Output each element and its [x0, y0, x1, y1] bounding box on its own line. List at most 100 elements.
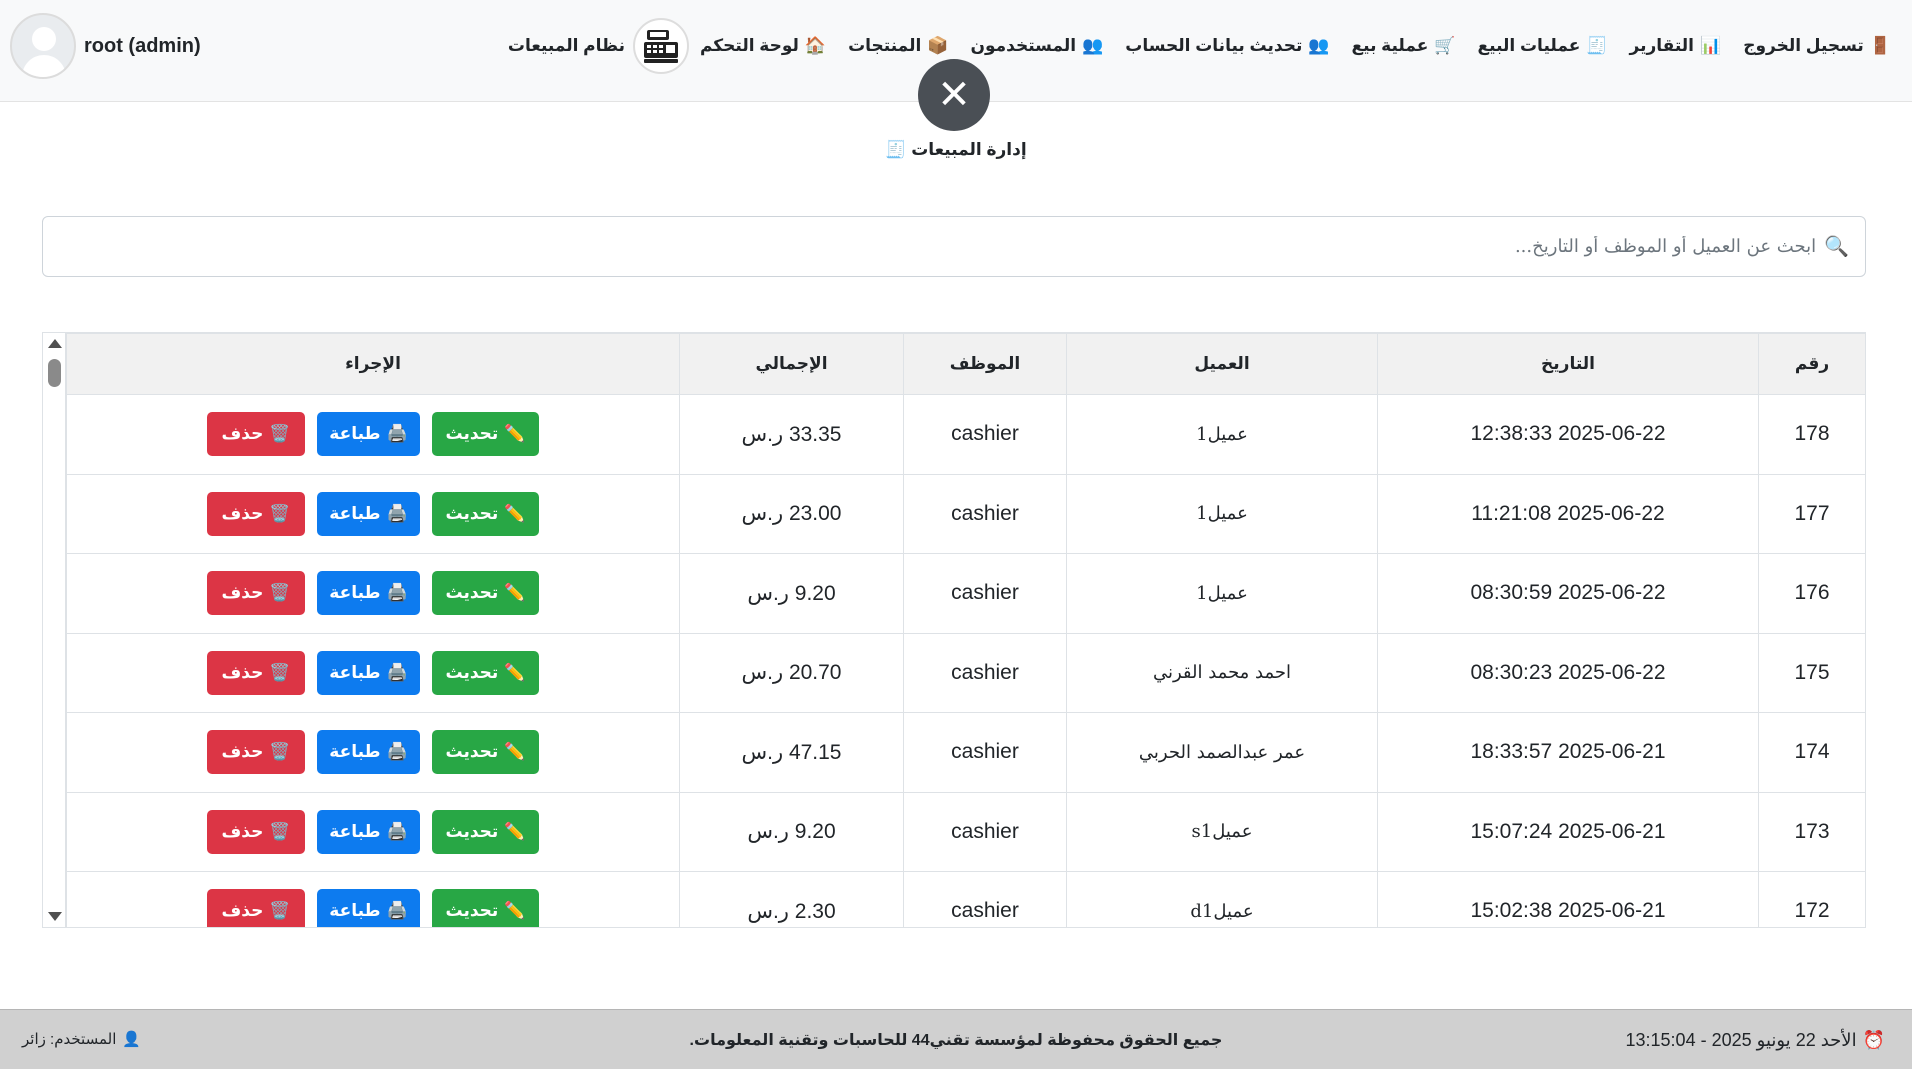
cell-client: عميل1 [1066, 394, 1378, 475]
table-header-row: رقم التاريخ العميل الموظف الإجمالي الإجر… [66, 333, 1865, 395]
col-header-num[interactable]: رقم [1758, 333, 1865, 395]
table-row: 177 2025-06-22 11:21:08 عميل1 cashier 23… [66, 473, 1865, 554]
pencil-icon: ✏️ [504, 503, 526, 523]
home-icon: 🏠 [804, 36, 827, 55]
printer-icon: 🖨️ [386, 662, 408, 682]
pencil-icon: ✏️ [504, 583, 526, 603]
search-input[interactable] [43, 217, 1817, 276]
cell-client: عميلd1 [1066, 871, 1378, 927]
cell-total: 2.30 ر.س [679, 871, 904, 927]
table-row: 173 2025-06-21 15:07:24 عميلs1 cashier 9… [66, 791, 1865, 872]
print-button[interactable]: 🖨️ طباعة [317, 412, 420, 457]
nav-logout[interactable]: 🚪 تسجيل الخروج [1743, 36, 1891, 56]
main-nav: نظام المبيعات 🏠 لوحة التحكم 📦 المنتجات 👥… [508, 16, 1902, 76]
nav-account-update[interactable]: 👥 تحديث بيانات الحساب [1125, 36, 1329, 56]
cell-actions: ✏️ تحديث 🖨️ طباعة 🗑️ حذف [66, 553, 680, 634]
trash-icon: 🗑️ [269, 821, 291, 841]
users-icon: 👥 [1082, 36, 1104, 55]
print-button[interactable]: 🖨️ طباعة [317, 730, 420, 775]
update-button[interactable]: ✏️ تحديث [432, 809, 539, 854]
nav-dashboard[interactable]: 🏠 لوحة التحكم [700, 36, 826, 56]
cell-employee: cashier [903, 553, 1067, 634]
delete-button[interactable]: 🗑️ حذف [207, 889, 305, 927]
nav-new-sale[interactable]: 🛒 عملية بيع [1352, 36, 1456, 56]
vertical-scrollbar[interactable] [43, 333, 66, 927]
update-button[interactable]: ✏️ تحديث [432, 571, 539, 616]
print-button[interactable]: 🖨️ طباعة [317, 650, 420, 695]
printer-icon: 🖨️ [386, 583, 408, 603]
nav-products[interactable]: 📦 المنتجات [848, 36, 948, 56]
cell-employee: cashier [903, 791, 1067, 872]
cell-actions: ✏️ تحديث 🖨️ طباعة 🗑️ حذف [66, 871, 680, 927]
cell-date: 2025-06-22 11:21:08 [1377, 473, 1759, 554]
cell-total: 23.00 ر.س [679, 473, 904, 554]
nav-users[interactable]: 👥 المستخدمون [970, 36, 1103, 56]
trash-icon: 🗑️ [269, 901, 291, 921]
cell-total: 20.70 ر.س [679, 632, 904, 713]
brand[interactable]: نظام المبيعات [508, 18, 689, 74]
nav-reports[interactable]: 📊 التقارير [1630, 36, 1722, 56]
cell-num: 175 [1758, 632, 1865, 713]
col-header-date[interactable]: التاريخ [1377, 333, 1759, 395]
trash-icon: 🗑️ [269, 424, 291, 444]
cart-icon: 🛒 [1434, 36, 1456, 55]
close-icon: ✕ [937, 73, 971, 117]
scroll-up-arrow-icon[interactable] [48, 339, 62, 348]
cell-num: 172 [1758, 871, 1865, 927]
update-button[interactable]: ✏️ تحديث [432, 730, 539, 775]
delete-button[interactable]: 🗑️ حذف [207, 809, 305, 854]
scroll-thumb[interactable] [48, 359, 61, 387]
sales-table-container: رقم التاريخ العميل الموظف الإجمالي الإجر… [42, 332, 1866, 928]
delete-button[interactable]: 🗑️ حذف [207, 491, 305, 536]
cell-date: 2025-06-22 08:30:59 [1377, 553, 1759, 634]
table-row: 172 2025-06-21 15:02:38 عميلd1 cashier 2… [66, 871, 1865, 927]
trash-icon: 🗑️ [269, 662, 291, 682]
printer-icon: 🖨️ [386, 901, 408, 921]
cell-employee: cashier [903, 394, 1067, 475]
footer: ⏰ الأحد 22 يونيو 2025 - 13:15:04 جميع ال… [0, 1009, 1912, 1069]
search-box: 🔍 [42, 216, 1866, 277]
receipt-icon: 🧾 [885, 140, 907, 159]
avatar[interactable] [10, 13, 76, 79]
cell-total: 33.35 ر.س [679, 394, 904, 475]
delete-button[interactable]: 🗑️ حذف [207, 730, 305, 775]
delete-button[interactable]: 🗑️ حذف [207, 412, 305, 457]
cell-client: عميلs1 [1066, 791, 1378, 872]
update-button[interactable]: ✏️ تحديث [432, 491, 539, 536]
cell-date: 2025-06-22 12:38:33 [1377, 394, 1759, 475]
cell-actions: ✏️ تحديث 🖨️ طباعة 🗑️ حذف [66, 791, 680, 872]
col-header-total[interactable]: الإجمالي [679, 333, 904, 395]
print-button[interactable]: 🖨️ طباعة [317, 889, 420, 927]
nav-sales[interactable]: 🧾 عمليات البيع [1478, 36, 1608, 56]
scroll-down-arrow-icon[interactable] [48, 912, 62, 921]
cell-employee: cashier [903, 712, 1067, 793]
col-header-client[interactable]: العميل [1066, 333, 1378, 395]
trash-icon: 🗑️ [269, 503, 291, 523]
update-button[interactable]: ✏️ تحديث [432, 412, 539, 457]
printer-icon: 🖨️ [386, 821, 408, 841]
box-icon: 📦 [927, 36, 949, 55]
close-menu-button[interactable]: ✕ [918, 59, 990, 131]
update-button[interactable]: ✏️ تحديث [432, 889, 539, 927]
print-button[interactable]: 🖨️ طباعة [317, 491, 420, 536]
trash-icon: 🗑️ [269, 583, 291, 603]
pencil-icon: ✏️ [504, 821, 526, 841]
pencil-icon: ✏️ [504, 424, 526, 444]
col-header-employee[interactable]: الموظف [903, 333, 1067, 395]
update-button[interactable]: ✏️ تحديث [432, 650, 539, 695]
delete-button[interactable]: 🗑️ حذف [207, 650, 305, 695]
print-button[interactable]: 🖨️ طباعة [317, 809, 420, 854]
cell-date: 2025-06-21 15:02:38 [1377, 871, 1759, 927]
cell-client: عميل1 [1066, 473, 1378, 554]
brand-label: نظام المبيعات [507, 36, 625, 55]
cell-actions: ✏️ تحديث 🖨️ طباعة 🗑️ حذف [66, 394, 680, 475]
cell-date: 2025-06-21 15:07:24 [1377, 791, 1759, 872]
door-icon: 🚪 [1869, 36, 1891, 55]
cell-total: 9.20 ر.س [679, 791, 904, 872]
print-button[interactable]: 🖨️ طباعة [317, 571, 420, 616]
user-profile[interactable]: root (admin) [10, 13, 201, 79]
col-header-action: الإجراء [66, 333, 680, 395]
delete-button[interactable]: 🗑️ حذف [207, 571, 305, 616]
pencil-icon: ✏️ [504, 742, 526, 762]
cell-num: 178 [1758, 394, 1865, 475]
